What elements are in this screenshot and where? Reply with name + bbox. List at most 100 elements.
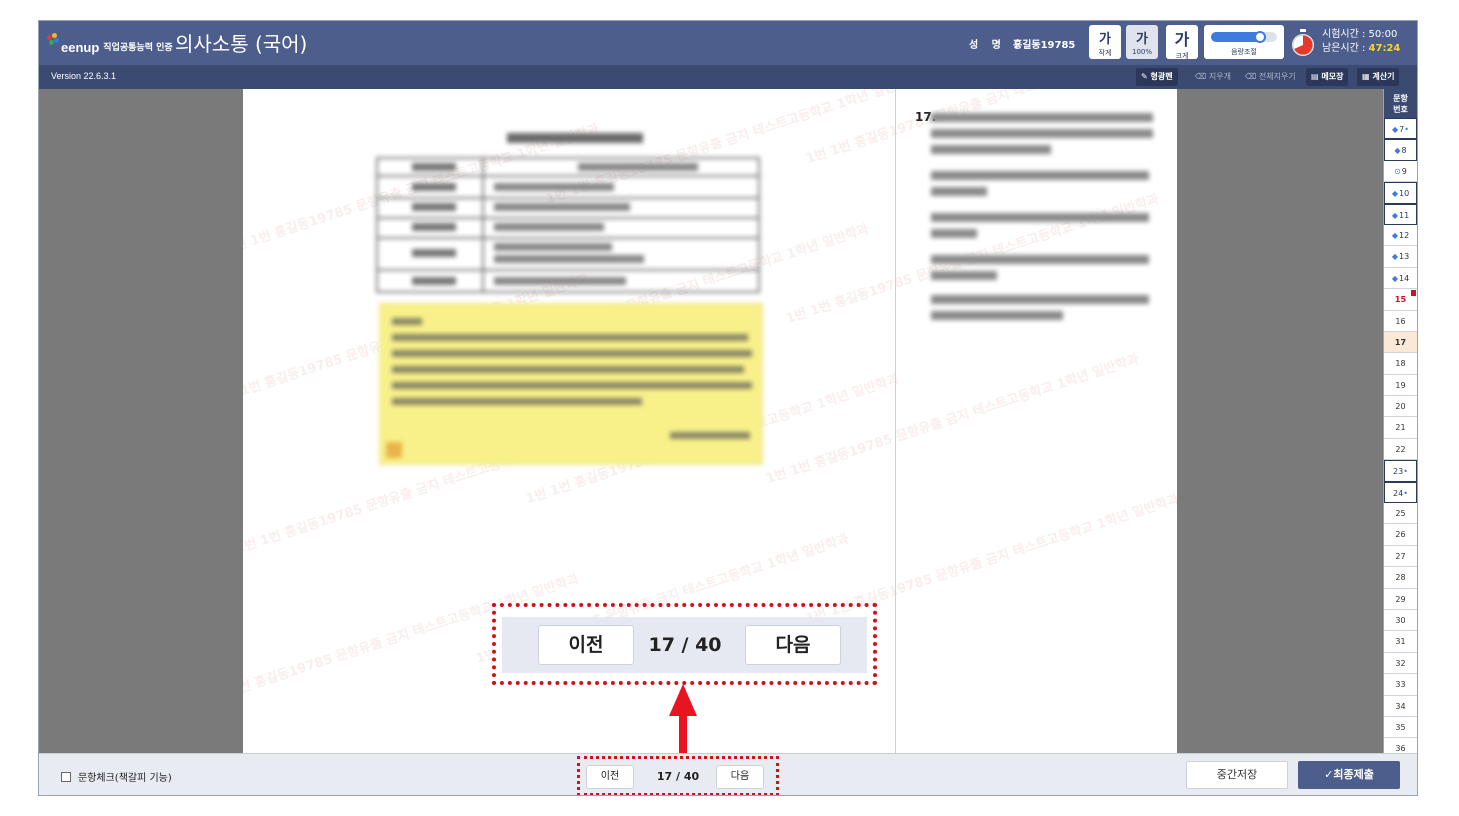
erase-all-button[interactable]: ⌫ 전체지우기	[1240, 68, 1301, 86]
table-cell	[494, 203, 630, 211]
version-label: Version 22.6.3.1	[51, 71, 117, 81]
table-cell	[494, 277, 626, 285]
note-line	[392, 334, 748, 341]
question-status-icon: ◆	[1391, 252, 1398, 262]
bookmark-toggle[interactable]: 문항체크(책갈피 기능)	[61, 769, 172, 784]
volume-knob[interactable]	[1253, 31, 1266, 43]
column-divider	[895, 89, 896, 753]
question-index-number: 12	[1398, 230, 1410, 240]
choice-line	[931, 171, 1149, 180]
volume-label: 음량조절	[1231, 48, 1257, 56]
question-index-item[interactable]: 31	[1384, 631, 1417, 653]
question-index-item[interactable]: 17	[1384, 331, 1417, 354]
question-index-item[interactable]: ◆12	[1384, 225, 1417, 247]
question-index-item[interactable]: ⊙9	[1384, 161, 1417, 183]
volume-control[interactable]: 음량조절	[1204, 25, 1284, 59]
question-index-item[interactable]: 19	[1384, 375, 1417, 397]
question-index-item[interactable]: 28	[1384, 567, 1417, 589]
memo-button[interactable]: ▤ 메모장	[1306, 68, 1349, 86]
question-index-item[interactable]: 34	[1384, 696, 1417, 717]
table-cell	[494, 255, 644, 263]
question-index-number: 18	[1395, 359, 1406, 369]
question-index-item[interactable]: ◆7•	[1384, 118, 1417, 140]
question-index-number: 32	[1395, 658, 1406, 668]
answered-dot-icon: •	[1403, 467, 1408, 477]
exam-total-time: 시험시간 : 50:00	[1322, 29, 1398, 40]
question-index-item[interactable]: 33	[1384, 674, 1417, 696]
question-index-item[interactable]: 15	[1384, 289, 1417, 311]
note-fold-icon	[386, 442, 402, 458]
question-index-item[interactable]: ◆13	[1384, 246, 1417, 268]
eraser-button[interactable]: ⌫ 지우개	[1190, 68, 1236, 86]
choice-line	[931, 255, 1149, 264]
question-status-icon: ◆	[1391, 230, 1398, 240]
question-index-item[interactable]: 21	[1384, 417, 1417, 439]
volume-slider[interactable]	[1211, 31, 1277, 43]
passage-table-redacted	[376, 157, 760, 293]
footer-prev-button[interactable]: 이전	[586, 765, 634, 789]
exam-timer: 시험시간 : 50:00 남은시간 : 47:24	[1322, 28, 1400, 56]
question-index-item[interactable]: 27	[1384, 546, 1417, 568]
table-rule	[378, 269, 758, 271]
question-index-item[interactable]: 30	[1384, 610, 1417, 632]
note-line	[392, 398, 642, 405]
question-index-item[interactable]: 26	[1384, 524, 1417, 546]
exam-window: eenup 직업공통능력 인증 의사소통 (국어) 성 명 : 홍길동19785…	[38, 20, 1418, 796]
question-index-item[interactable]: 32	[1384, 653, 1417, 675]
table-cell	[494, 223, 604, 231]
passage-title-redacted	[507, 133, 643, 143]
font-smaller-button[interactable]: 가 작게	[1089, 25, 1121, 59]
footer-next-button[interactable]: 다음	[716, 765, 764, 789]
question-index-item[interactable]: 22	[1384, 439, 1417, 461]
choice-line	[931, 295, 1149, 304]
question-status-icon: ◆	[1391, 210, 1398, 220]
question-index-item[interactable]: 29	[1384, 589, 1417, 610]
question-index-item[interactable]: ◆11	[1384, 203, 1417, 225]
table-rule	[378, 197, 758, 199]
calculator-button[interactable]: ▦ 계산기	[1357, 68, 1400, 86]
table-cell	[494, 183, 614, 191]
note-line	[392, 350, 752, 357]
font-default-button[interactable]: 가 100%	[1126, 25, 1158, 59]
question-index-item[interactable]: 35	[1384, 717, 1417, 739]
question-counter: 17 / 40	[648, 634, 722, 656]
question-index-number: 34	[1395, 701, 1406, 711]
question-index-number: 30	[1395, 615, 1406, 625]
question-status-icon: ⊙	[1394, 166, 1401, 176]
question-index-item[interactable]: 24•	[1384, 481, 1417, 504]
question-index-item[interactable]: ◆14	[1384, 268, 1417, 290]
watermark-text: 1번 1번 홍길동19785 문항유출 금지 테스트고등학교 1학년 일반학과	[764, 351, 1141, 488]
stem-line	[931, 129, 1153, 138]
table-cell	[412, 163, 456, 171]
question-index-item[interactable]: 25	[1384, 503, 1417, 525]
question-index-item[interactable]: ◆10	[1384, 182, 1417, 204]
question-index-number: 15	[1394, 295, 1407, 305]
font-larger-button[interactable]: 가 크게	[1166, 25, 1198, 60]
question-index-item[interactable]: ◆8	[1384, 139, 1417, 161]
question-index-item[interactable]: 16	[1384, 311, 1417, 332]
sticky-note-redacted	[379, 303, 763, 465]
logo: eenup 직업공통능력 인증	[47, 29, 173, 55]
next-question-button[interactable]: 다음	[745, 625, 841, 665]
question-index-number: 13	[1398, 252, 1410, 262]
font-glyph: 가	[1174, 30, 1190, 49]
final-submit-button[interactable]: ✓최종제출	[1298, 761, 1400, 789]
footer-question-counter: 17 / 40	[656, 770, 700, 783]
bookmark-label: 문항체크(책갈피 기능)	[78, 773, 172, 784]
font-default-label: 100%	[1131, 48, 1152, 56]
question-index-item[interactable]: 23•	[1384, 460, 1417, 482]
question-index-number: 28	[1395, 573, 1406, 583]
prev-question-button[interactable]: 이전	[538, 625, 634, 665]
choice-line	[931, 187, 987, 196]
question-index-item[interactable]: 20	[1384, 396, 1417, 418]
question-index-list: ◆7• ◆8 ⊙9 ◆10 ◆11 ◆12 ◆13 ◆14 15 16 17 18 19 20 21 22 23…	[1384, 118, 1417, 753]
question-index-item[interactable]: 18	[1384, 353, 1417, 375]
question-navigator-large: 이전 17 / 40 다음	[502, 617, 867, 673]
highlighter-button[interactable]: ✎ 형광펜	[1136, 68, 1178, 86]
save-draft-button[interactable]: 중간저장	[1186, 761, 1288, 789]
question-status-icon: ◆	[1391, 189, 1398, 199]
question-index-number: 8	[1401, 146, 1407, 156]
bookmark-checkbox[interactable]	[61, 771, 71, 782]
question-index-item[interactable]: 36	[1384, 738, 1417, 753]
question-index-number: 36	[1395, 744, 1406, 753]
